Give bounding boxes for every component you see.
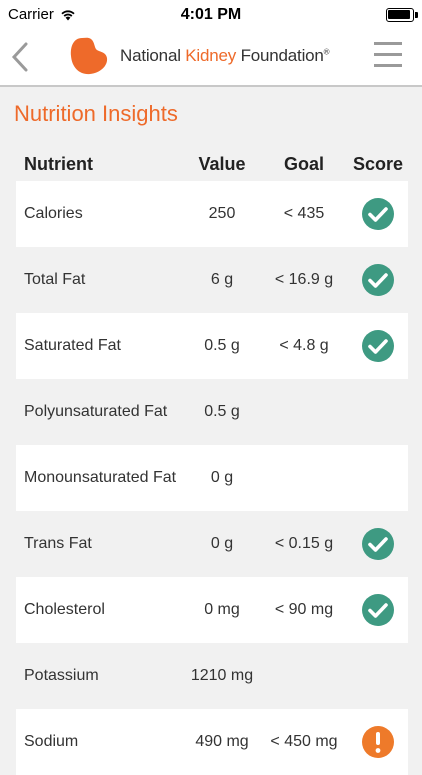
nutrient-name: Cholesterol <box>24 601 105 618</box>
hamburger-menu-icon <box>374 42 402 67</box>
logo-text-kidney: Kidney <box>185 46 237 65</box>
app-header: National Kidney Foundation® <box>0 30 422 87</box>
status-time: 4:01 PM <box>180 6 242 23</box>
nutrient-goal: < 4.8 g <box>279 337 329 354</box>
table-row: Cholesterol 0 mg < 90 mg <box>16 577 408 643</box>
menu-button[interactable] <box>374 42 402 68</box>
score-cell <box>348 725 408 759</box>
table-row: Monounsaturated Fat 0 g <box>16 445 408 511</box>
nutrient-value: 0.5 g <box>204 337 240 354</box>
score-cell <box>348 527 408 561</box>
nutrient-value: 0.5 g <box>204 403 240 420</box>
table-row: Sodium 490 mg < 450 mg <box>16 709 408 775</box>
battery-icon <box>386 8 418 22</box>
check-circle-icon <box>362 198 394 230</box>
nutrient-name: Polyunsaturated Fat <box>24 403 168 420</box>
page-title: Nutrition Insights <box>14 101 178 126</box>
header-goal: Goal <box>283 154 324 174</box>
nutrient-goal: < 435 <box>283 205 325 222</box>
header-value: Value <box>198 154 246 174</box>
nutrient-name: Calories <box>24 205 83 222</box>
nutrient-value: 0 g <box>210 535 234 552</box>
kidney-logo-icon <box>70 37 108 75</box>
nutrient-name: Saturated Fat <box>24 337 121 354</box>
nutrient-goal: < 0.15 g <box>274 535 334 552</box>
nutrient-goal: < 90 mg <box>274 601 334 618</box>
nutrient-name: Potassium <box>24 667 99 684</box>
check-circle-icon <box>362 594 394 626</box>
table-header: Nutrient Value Goal Score <box>16 148 408 181</box>
nutrient-value: 1210 mg <box>190 667 254 684</box>
logo-wordmark: National Kidney Foundation® <box>120 46 330 66</box>
table-row: Potassium 1210 mg <box>16 643 408 709</box>
logo-text-foundation: Foundation <box>236 46 324 65</box>
table-row: Saturated Fat 0.5 g < 4.8 g <box>16 313 408 379</box>
chevron-left-icon <box>11 42 28 72</box>
back-button[interactable] <box>8 40 34 74</box>
check-circle-icon <box>362 330 394 362</box>
table-row: Trans Fat 0 g < 0.15 g <box>16 511 408 577</box>
header-score: Score <box>352 154 404 174</box>
score-cell <box>348 197 408 231</box>
table-row: Polyunsaturated Fat 0.5 g <box>16 379 408 445</box>
nutrient-value: 490 mg <box>195 733 249 750</box>
header-nutrient: Nutrient <box>24 154 93 174</box>
nutrition-table: Nutrient Value Goal Score Calories 250 <… <box>16 148 408 775</box>
table-row: Calories 250 < 435 <box>16 181 408 247</box>
nutrient-goal: < 450 mg <box>270 733 338 750</box>
nutrient-value: 0 g <box>210 469 234 486</box>
check-circle-icon <box>362 264 394 296</box>
exclamation-circle-icon <box>362 726 394 758</box>
nutrient-value: 6 g <box>210 271 234 288</box>
table-row: Total Fat 6 g < 16.9 g <box>16 247 408 313</box>
nutrient-value: 250 <box>208 205 236 222</box>
score-cell <box>348 593 408 627</box>
score-cell <box>348 263 408 297</box>
nutrient-goal: < 16.9 g <box>274 271 334 288</box>
logo-text-national: National <box>120 46 186 65</box>
check-circle-icon <box>362 528 394 560</box>
nutrient-name: Total Fat <box>24 271 86 288</box>
nutrient-name: Monounsaturated Fat <box>24 469 177 486</box>
nutrient-name: Sodium <box>24 733 79 750</box>
score-cell <box>348 329 408 363</box>
nkf-logo: National Kidney Foundation® <box>70 36 330 76</box>
registered-mark: ® <box>323 47 330 57</box>
nutrient-name: Trans Fat <box>24 535 92 552</box>
nutrient-value: 0 mg <box>204 601 240 618</box>
status-bar: Carrier 4:01 PM <box>0 0 422 30</box>
